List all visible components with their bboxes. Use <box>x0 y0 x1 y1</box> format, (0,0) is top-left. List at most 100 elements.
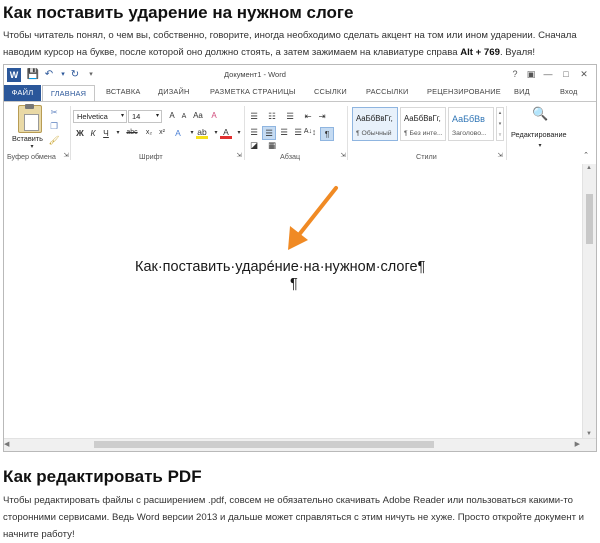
strikethrough-icon[interactable]: abc <box>124 127 140 139</box>
paragraph-group-label: Абзац <box>280 152 301 161</box>
minimize-icon[interactable]: — <box>541 67 555 81</box>
ribbon-tabs: ФАЙЛ ГЛАВНАЯ ВСТАВКА ДИЗАЙН РАЗМЕТКА СТР… <box>4 85 596 101</box>
change-case-icon[interactable]: Aa <box>192 110 204 122</box>
shortcut-text: Alt + 769 <box>460 47 500 58</box>
italic-icon[interactable]: К <box>87 127 99 139</box>
borders-icon[interactable]: ▦ <box>266 139 278 151</box>
style-sample: АаБбВв <box>452 114 485 124</box>
show-formatting-icon[interactable]: ¶ <box>320 127 334 141</box>
font-size-value: 14 <box>132 112 141 121</box>
separator <box>244 106 245 160</box>
font-name-select[interactable]: Helvetica ▾ <box>73 110 127 123</box>
tab-mailings[interactable]: РАССЫЛКИ <box>366 87 409 96</box>
vertical-scrollbar[interactable]: ▲ ▼ <box>582 164 596 439</box>
numbering-icon[interactable]: ☷ <box>266 110 278 122</box>
tab-insert[interactable]: ВСТАВКА <box>106 87 141 96</box>
separator <box>506 106 507 160</box>
tab-home[interactable]: ГЛАВНАЯ <box>42 85 95 101</box>
tab-file[interactable]: ФАЙЛ <box>4 85 41 101</box>
orange-arrow-icon <box>288 186 338 250</box>
style-sample: АаБбВвГг, <box>356 114 393 123</box>
cut-icon[interactable]: ✂ <box>48 106 60 118</box>
bold-icon[interactable]: Ж <box>74 127 86 139</box>
align-right-icon[interactable]: ☰ <box>278 126 290 138</box>
align-left-icon[interactable]: ☰ <box>248 126 260 138</box>
style-heading1[interactable]: АаБбВв Заголово... <box>448 107 494 141</box>
font-size-select[interactable]: 14 ▾ <box>128 110 162 123</box>
paragraph-mark: ¶ <box>290 276 298 292</box>
redo-icon[interactable]: ↻ <box>68 68 82 82</box>
article-paragraph: Чтобы читатель понял, о чем вы, собствен… <box>3 27 595 61</box>
binoculars-icon[interactable]: 🔍 <box>532 107 548 124</box>
para1-text-b: . Вуаля! <box>499 47 536 58</box>
vertical-scroll-thumb[interactable] <box>586 194 593 244</box>
scroll-down-icon[interactable]: ▼ <box>586 431 592 437</box>
tab-references[interactable]: ССЫЛКИ <box>314 87 347 96</box>
qat-customize-icon[interactable]: ▾ <box>84 68 98 82</box>
scroll-right-icon[interactable]: ▶ <box>575 440 580 448</box>
text-effects-icon[interactable]: A <box>172 127 184 139</box>
word-window-screenshot: W 💾 ↶ ▾ ↻ ▾ Документ1 - Word ? ▣ — □ ✕ Ф… <box>3 64 597 452</box>
separator <box>347 106 348 160</box>
title-bar: W 💾 ↶ ▾ ↻ ▾ Документ1 - Word ? ▣ — □ ✕ <box>4 65 596 85</box>
bullets-icon[interactable]: ☰ <box>248 110 260 122</box>
signin-link[interactable]: Вход <box>560 87 578 96</box>
font-group-label: Шрифт <box>139 152 163 161</box>
horizontal-scrollbar[interactable]: ◀ ▶ <box>4 438 596 451</box>
undo-icon[interactable]: ↶ <box>42 68 56 82</box>
styles-launcher-icon[interactable]: ⇲ <box>494 150 506 162</box>
underline-dropdown-icon[interactable]: ▾ <box>112 127 124 139</box>
word-logo-icon: W <box>7 68 21 82</box>
document-text[interactable]: Как·поставить·ударе́ние·на·нужном·слоге¶ <box>135 259 425 275</box>
decrease-indent-icon[interactable]: ⇤ <box>302 110 314 122</box>
separator <box>70 106 71 160</box>
sort-icon[interactable]: A↓ <box>302 126 314 138</box>
superscript-icon[interactable]: x² <box>156 127 168 139</box>
copy-icon[interactable]: ❐ <box>48 120 60 132</box>
font-name-value: Helvetica <box>77 112 108 121</box>
tab-view[interactable]: ВИД <box>514 87 530 96</box>
paste-icon[interactable] <box>18 104 42 133</box>
styles-scroll[interactable]: ▴ ▾ ▿ <box>496 107 504 141</box>
article-heading-2: Как редактировать PDF <box>3 467 202 486</box>
style-sample: АаБбВвГг, <box>404 114 441 123</box>
editing-dropdown-icon[interactable]: ▾ <box>534 140 546 152</box>
scroll-left-icon[interactable]: ◀ <box>4 440 9 448</box>
style-normal[interactable]: АаБбВвГг, ¶ Обычный <box>352 107 398 141</box>
collapse-ribbon-icon[interactable]: ⌃ <box>580 150 592 162</box>
style-no-spacing[interactable]: АаБбВвГг, ¶ Без инте... <box>400 107 446 141</box>
document-area[interactable]: Как·поставить·ударе́ние·на·нужном·слоге¶… <box>4 164 596 451</box>
underline-icon[interactable]: Ч <box>100 127 112 139</box>
maximize-icon[interactable]: □ <box>559 67 573 81</box>
multilevel-list-icon[interactable]: ☰ <box>284 110 296 122</box>
help-icon[interactable]: ? <box>508 67 522 81</box>
shading-icon[interactable]: ◪ <box>248 139 260 151</box>
window-title: Документ1 - Word <box>224 70 286 79</box>
article-heading: Как поставить ударение на нужном слоге <box>3 3 354 22</box>
font-name-dropdown-icon[interactable]: ▾ <box>121 111 124 122</box>
horizontal-scroll-thumb[interactable] <box>94 441 434 448</box>
grow-font-icon[interactable]: A <box>166 110 178 122</box>
scroll-up-icon[interactable]: ▲ <box>586 165 592 171</box>
ribbon-display-icon[interactable]: ▣ <box>524 67 538 81</box>
format-painter-icon[interactable]: 🖌 <box>48 134 60 146</box>
editing-button-label[interactable]: Редактирование <box>511 130 567 139</box>
style-name: ¶ Обычный <box>356 130 392 137</box>
shrink-font-icon[interactable]: A <box>178 111 190 123</box>
ribbon-home: Вставить ▾ ✂ ❐ 🖌 Буфер обмена ⇲ Helvetic… <box>4 101 596 165</box>
styles-group-label: Стили <box>416 152 437 161</box>
font-color-icon[interactable]: A <box>220 127 232 139</box>
clear-formatting-icon[interactable]: A <box>208 110 220 122</box>
close-icon[interactable]: ✕ <box>577 67 591 81</box>
align-center-icon[interactable]: ☰ <box>262 126 276 140</box>
article-paragraph-2: Чтобы редактировать файлы с расширением … <box>3 495 585 540</box>
clipboard-group-label: Буфер обмена <box>7 152 56 161</box>
tab-review[interactable]: РЕЦЕНЗИРОВАНИЕ <box>427 87 501 96</box>
font-size-dropdown-icon[interactable]: ▾ <box>156 111 159 122</box>
save-icon[interactable]: 💾 <box>26 68 40 82</box>
highlight-icon[interactable]: ab <box>196 127 208 139</box>
increase-indent-icon[interactable]: ⇥ <box>316 110 328 122</box>
subscript-icon[interactable]: x₂ <box>143 127 155 139</box>
tab-design[interactable]: ДИЗАЙН <box>158 87 190 96</box>
tab-layout[interactable]: РАЗМЕТКА СТРАНИЦЫ <box>210 87 296 96</box>
